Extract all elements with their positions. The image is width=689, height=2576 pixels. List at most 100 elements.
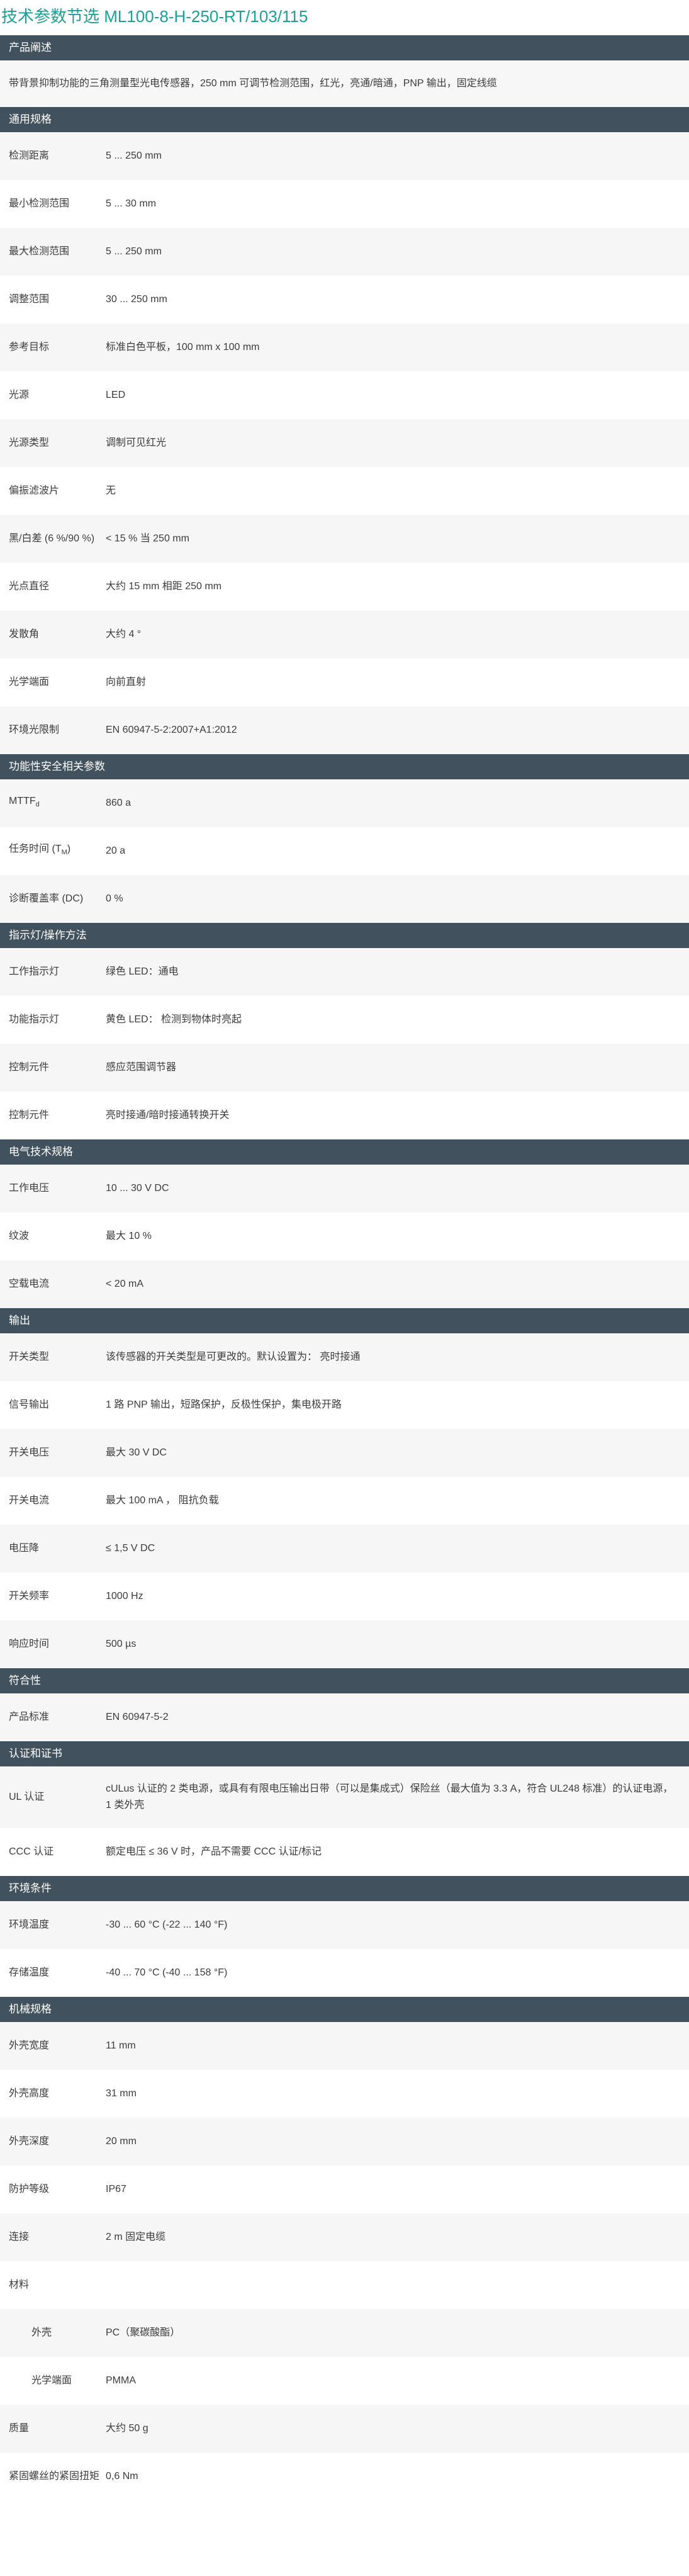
spec-label: 外壳 — [31, 2327, 52, 2338]
spec-value: EN 60947-5-2:2007+A1:2012 — [106, 725, 237, 735]
spec-row-ripple: 纹波 最大 10 % — [0, 1212, 689, 1260]
spec-row-reference-target: 参考目标 标准白色平板，100 mm x 100 mm — [0, 324, 689, 371]
spec-label-main: MTTF — [9, 796, 36, 807]
spec-label: 环境温度 — [9, 1919, 50, 1930]
spec-row-optical-face: 光学端面 向前直射 — [0, 658, 689, 706]
spec-row-min-detection-range: 最小检测范围 5 ... 30 mm — [0, 180, 689, 228]
spec-value: 500 µs — [106, 1639, 137, 1649]
product-description-text: 带背景抑制功能的三角测量型光电传感器，250 mm 可调节检测范围，红光，亮通/… — [0, 60, 689, 107]
spec-row-operating-voltage: 工作电压 10 ... 30 V DC — [0, 1165, 689, 1212]
conformity-spec-table: 产品标准 EN 60947-5-2 — [0, 1693, 689, 1741]
spec-row-product-standard: 产品标准 EN 60947-5-2 — [0, 1693, 689, 1741]
electrical-spec-table: 工作电压 10 ... 30 V DC 纹波 最大 10 % 空载电流 < 20… — [0, 1165, 689, 1308]
spec-row-protection-class: 防护等级 IP67 — [0, 2166, 689, 2213]
spec-row-housing-depth: 外壳深度 20 mm — [0, 2118, 689, 2166]
spec-row-light-source: 光源 LED — [0, 371, 689, 419]
spec-value: -40 ... 70 °C (-40 ... 158 °F) — [106, 1967, 228, 1978]
spec-row-light-spot-diameter: 光点直径 大约 15 mm 相距 250 mm — [0, 563, 689, 611]
spec-row-ambient-light-limit: 环境光限制 EN 60947-5-2:2007+A1:2012 — [0, 706, 689, 754]
section-header-output: 输出 — [0, 1308, 689, 1333]
spec-row-mission-time: 任务时间 (TM) 20 a — [0, 827, 689, 875]
spec-label: 防护等级 — [9, 2184, 50, 2195]
spec-label: UL 认证 — [9, 1792, 45, 1802]
spec-row-operation-indicator: 工作指示灯 绿色 LED：通电 — [0, 948, 689, 996]
spec-value: 20 a — [106, 845, 126, 856]
spec-row-response-time: 响应时间 500 µs — [0, 1620, 689, 1668]
section-header-product-description: 产品阐述 — [0, 35, 689, 60]
spec-value: 5 ... 250 mm — [106, 246, 162, 257]
spec-value: cULus 认证的 2 类电源，或具有有限电压输出日带（可以是集成式）保险丝（最… — [106, 1783, 673, 1811]
spec-label: 光学端面 — [31, 2375, 72, 2386]
spec-label: 控制元件 — [9, 1110, 50, 1121]
spec-label: 环境光限制 — [9, 725, 60, 735]
spec-label: 开关电流 — [9, 1495, 50, 1506]
spec-row-housing-width: 外壳宽度 11 mm — [0, 2022, 689, 2070]
spec-value: 最大 100 mA ， 阻抗负载 — [106, 1495, 219, 1506]
spec-label: 光源类型 — [9, 438, 50, 448]
spec-label: 连接 — [9, 2232, 30, 2242]
spec-row-voltage-drop: 电压降 ≤ 1,5 V DC — [0, 1525, 689, 1573]
spec-row-signal-output: 信号输出 1 路 PNP 输出，短路保护，反极性保护，集电极开路 — [0, 1381, 689, 1429]
spec-row-tightening-torque: 紧固螺丝的紧固扭矩 0,6 Nm — [0, 2453, 689, 2500]
spec-label: 开关类型 — [9, 1352, 50, 1362]
spec-label: 光学端面 — [9, 677, 50, 687]
spec-row-mass: 质量 大约 50 g — [0, 2405, 689, 2453]
spec-row-divergence-angle: 发散角 大约 4 ° — [0, 611, 689, 658]
spec-value: 5 ... 250 mm — [106, 150, 162, 161]
spec-label: 控制元件 — [9, 1062, 50, 1073]
spec-label: 工作指示灯 — [9, 966, 60, 977]
spec-label: 工作电压 — [9, 1183, 50, 1194]
spec-row-diagnostic-coverage: 诊断覆盖率 (DC) 0 % — [0, 875, 689, 923]
spec-row-switching-voltage: 开关电压 最大 30 V DC — [0, 1429, 689, 1477]
spec-row-no-load-current: 空载电流 < 20 mA — [0, 1260, 689, 1308]
spec-row-storage-temperature: 存储温度 -40 ... 70 °C (-40 ... 158 °F) — [0, 1949, 689, 1997]
spec-row-material: 材料 — [0, 2261, 689, 2309]
spec-value: 绿色 LED：通电 — [106, 966, 179, 977]
spec-value: 亮时接通/暗时接通转换开关 — [106, 1110, 230, 1121]
spec-value: 1000 Hz — [106, 1591, 143, 1602]
spec-value: EN 60947-5-2 — [106, 1712, 169, 1722]
spec-value: 10 ... 30 V DC — [106, 1183, 169, 1194]
spec-value: 感应范围调节器 — [106, 1062, 177, 1073]
approvals-spec-table: UL 认证 cULus 认证的 2 类电源，或具有有限电压输出日带（可以是集成式… — [0, 1766, 689, 1876]
spec-label: 光源 — [9, 390, 30, 400]
spec-value: 860 a — [106, 798, 132, 808]
spec-value: 无 — [106, 485, 116, 496]
section-header-electrical: 电气技术规格 — [0, 1139, 689, 1165]
spec-value: LED — [106, 390, 126, 400]
spec-label: 功能指示灯 — [9, 1014, 60, 1025]
spec-label: 发散角 — [9, 629, 40, 640]
spec-value: 20 mm — [106, 2136, 137, 2147]
spec-label: 偏振滤波片 — [9, 485, 60, 496]
spec-row-connection: 连接 2 m 固定电缆 — [0, 2213, 689, 2261]
spec-label: 外壳宽度 — [9, 2040, 50, 2051]
spec-label: 电压降 — [9, 1543, 40, 1554]
spec-value: 大约 50 g — [106, 2423, 148, 2434]
spec-value: 额定电压 ≤ 36 V 时，产品不需要 CCC 认证/标记 — [106, 1846, 322, 1857]
spec-row-mttfd: MTTFd 860 a — [0, 779, 689, 827]
spec-value: 31 mm — [106, 2088, 137, 2099]
spec-label: 响应时间 — [9, 1639, 50, 1649]
spec-value: 标准白色平板，100 mm x 100 mm — [106, 342, 260, 353]
spec-label: 开关电压 — [9, 1447, 50, 1458]
spec-value: 最大 30 V DC — [106, 1447, 167, 1458]
spec-label-subscript: M — [61, 849, 67, 857]
spec-row-max-detection-range: 最大检测范围 5 ... 250 mm — [0, 228, 689, 276]
spec-label: 检测距离 — [9, 150, 50, 161]
spec-value: 调制可见红光 — [106, 438, 167, 448]
section-header-ambient: 环境条件 — [0, 1876, 689, 1901]
spec-label: 纹波 — [9, 1231, 30, 1241]
spec-label: 外壳高度 — [9, 2088, 50, 2099]
spec-label: 开关频率 — [9, 1591, 50, 1602]
spec-value: 黄色 LED： 检测到物体时亮起 — [106, 1014, 242, 1025]
spec-row-adjustment-range: 调整范围 30 ... 250 mm — [0, 276, 689, 324]
spec-value: < 20 mA — [106, 1279, 144, 1289]
spec-label: 黑/白差 (6 %/90 %) — [9, 533, 95, 544]
spec-label: 外壳深度 — [9, 2136, 50, 2147]
spec-value: 向前直射 — [106, 677, 147, 687]
spec-value: 5 ... 30 mm — [106, 198, 157, 209]
spec-label-tail: ) — [67, 844, 71, 855]
output-spec-table: 开关类型 该传感器的开关类型是可更改的。默认设置为： 亮时接通 信号输出 1 路… — [0, 1333, 689, 1668]
spec-value: 该传感器的开关类型是可更改的。默认设置为： 亮时接通 — [106, 1352, 361, 1362]
spec-value: ≤ 1,5 V DC — [106, 1543, 155, 1554]
